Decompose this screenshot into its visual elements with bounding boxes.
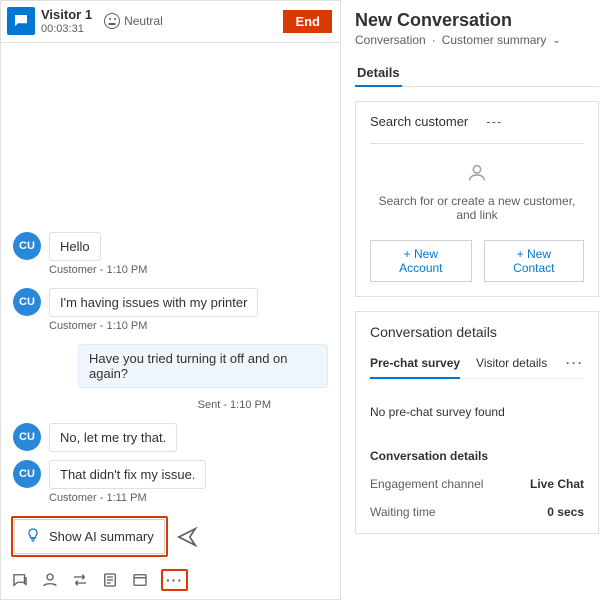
message-row: CU Hello <box>13 232 328 261</box>
customer-card: Search customer --- Search for or create… <box>355 101 599 297</box>
breadcrumb: Conversation · Customer summary ⌄ <box>355 33 599 47</box>
show-ai-summary-button[interactable]: Show AI summary <box>14 519 165 554</box>
quick-replies-icon[interactable] <box>11 571 29 589</box>
breadcrumb-a: Conversation <box>355 33 426 47</box>
visitor-timer: 00:03:31 <box>41 23 92 36</box>
kv-row: Waiting time 0 secs <box>370 505 584 519</box>
kv-key: Engagement channel <box>370 477 483 491</box>
notes-icon[interactable] <box>101 571 119 589</box>
page-title: New Conversation <box>355 10 599 31</box>
message-bubble: Hello <box>49 232 101 261</box>
customer-help-text: Search for or create a new customer, and… <box>370 194 584 222</box>
new-account-button[interactable]: + New Account <box>370 240 472 282</box>
chevron-down-icon[interactable]: ⌄ <box>552 35 560 46</box>
customer-avatar: CU <box>13 460 41 488</box>
inner-tabs: Pre-chat survey Visitor details ··· <box>370 356 584 379</box>
customer-avatar: CU <box>13 423 41 451</box>
compose-row: Show AI summary <box>1 510 340 563</box>
message-bubble: That didn't fix my issue. <box>49 460 206 489</box>
conversation-details-card: Conversation details Pre-chat survey Vis… <box>355 311 599 534</box>
toolbar-more-highlight: ··· <box>161 569 188 591</box>
message-bubble: No, let me try that. <box>49 423 177 452</box>
end-button[interactable]: End <box>283 10 332 33</box>
tab-visitor-details[interactable]: Visitor details <box>476 356 547 378</box>
chat-channel-icon <box>7 7 35 35</box>
breadcrumb-sep: · <box>432 33 436 47</box>
message-row-agent: Have you tried turning it off and on aga… <box>13 344 328 388</box>
customer-avatar: CU <box>13 232 41 260</box>
ai-summary-label: Show AI summary <box>49 529 154 544</box>
new-contact-button[interactable]: + New Contact <box>484 240 584 282</box>
send-icon[interactable] <box>176 526 198 548</box>
message-row: CU That didn't fix my issue. <box>13 460 328 489</box>
kv-key: Waiting time <box>370 505 436 519</box>
tab-prechat-survey[interactable]: Pre-chat survey <box>370 356 460 378</box>
message-bubble: Have you tried turning it off and on aga… <box>78 344 328 388</box>
customer-empty-state: Search for or create a new customer, and… <box>370 162 584 222</box>
search-customer-row[interactable]: Search customer --- <box>370 114 584 129</box>
knowledge-icon[interactable] <box>131 571 149 589</box>
chat-pane: Visitor 1 00:03:31 Neutral End CU Hello … <box>0 0 341 600</box>
neutral-face-icon <box>104 13 120 29</box>
no-survey-message: No pre-chat survey found <box>370 405 584 419</box>
consult-icon[interactable] <box>41 571 59 589</box>
chat-body: CU Hello Customer - 1:10 PM CU I'm havin… <box>1 43 340 510</box>
lightbulb-icon <box>25 527 41 546</box>
message-row: CU I'm having issues with my printer <box>13 288 328 317</box>
inner-tabs-more-icon[interactable]: ··· <box>566 356 584 378</box>
sentiment-label: Neutral <box>124 14 163 28</box>
message-row: CU No, let me try that. <box>13 423 328 452</box>
message-meta: Sent - 1:10 PM <box>13 391 283 411</box>
customer-avatar: CU <box>13 288 41 316</box>
search-customer-label: Search customer <box>370 114 468 129</box>
conversation-details-title: Conversation details <box>370 324 584 340</box>
side-pane: New Conversation Conversation · Customer… <box>341 0 611 600</box>
kv-value: Live Chat <box>530 477 584 491</box>
message-meta: Customer - 1:11 PM <box>49 492 328 504</box>
kv-row: Engagement channel Live Chat <box>370 477 584 491</box>
divider <box>370 143 584 144</box>
visitor-info: Visitor 1 00:03:31 <box>41 7 92 36</box>
message-meta: Customer - 1:10 PM <box>49 264 328 276</box>
tab-details[interactable]: Details <box>355 61 402 86</box>
message-meta: Customer - 1:10 PM <box>49 320 328 332</box>
new-customer-buttons: + New Account + New Contact <box>370 240 584 282</box>
side-tabs: Details <box>355 61 599 87</box>
sentiment-indicator: Neutral <box>104 13 163 29</box>
transfer-icon[interactable] <box>71 571 89 589</box>
chat-header: Visitor 1 00:03:31 Neutral End <box>1 1 340 43</box>
chat-spacer <box>13 53 328 220</box>
toolbar-more-icon[interactable]: ··· <box>164 572 185 588</box>
kv-value: 0 secs <box>547 505 584 519</box>
breadcrumb-b[interactable]: Customer summary <box>442 33 547 47</box>
conversation-details-subtitle: Conversation details <box>370 449 584 463</box>
search-customer-value: --- <box>486 114 502 129</box>
visitor-name: Visitor 1 <box>41 7 92 23</box>
ai-summary-highlight: Show AI summary <box>11 516 168 557</box>
person-icon <box>466 162 488 184</box>
message-bubble: I'm having issues with my printer <box>49 288 258 317</box>
chat-toolbar: ··· <box>1 563 340 599</box>
